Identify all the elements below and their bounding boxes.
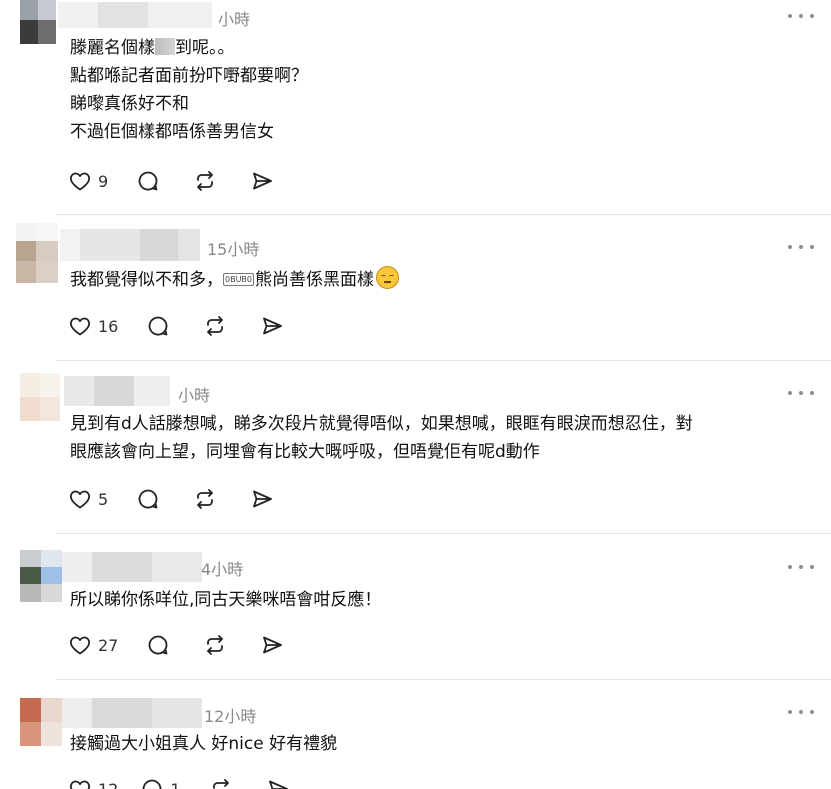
action-bar: 12 1	[68, 776, 290, 789]
speech-bubble-icon	[142, 779, 162, 789]
heart-icon	[70, 490, 90, 509]
repost-icon	[197, 171, 214, 191]
heart-icon	[70, 780, 90, 789]
timestamp: 小時	[178, 386, 211, 405]
like-count: 12	[98, 779, 119, 789]
comment-line: 滕麗名個樣 到呢。。	[70, 38, 235, 58]
comment-line: 眼應該會向上望，同埋會有比較大嘅呼吸，但唔覺佢有呢d動作	[70, 442, 540, 462]
like-button[interactable]: 12	[68, 777, 118, 789]
comment-text: 所以睇你係咩位,同古天樂咪唔會咁反應！	[70, 586, 381, 614]
send-icon	[268, 780, 288, 789]
action-bar: 9	[68, 168, 274, 194]
share-button[interactable]	[266, 777, 290, 789]
share-button[interactable]	[250, 169, 274, 193]
more-options-button[interactable]	[788, 11, 814, 21]
reply-count: 1	[170, 779, 181, 789]
repost-button[interactable]	[193, 487, 217, 511]
comment-text: 滕麗名個樣 到呢。。 點都喺記者面前扮吓嘢都要啊？ 睇嚟真係好不和 不過佢個樣都唔…	[70, 34, 308, 146]
unknown-glyph: 0BUB0	[223, 273, 255, 286]
action-bar: 27	[68, 632, 284, 658]
like-count: 27	[98, 635, 119, 655]
comment-line: 見到有d人話滕想喊，睇多次段片就覺得唔似，如果想喊，眼眶有眼淚而想忍住，對	[70, 414, 693, 434]
comment-4: 4小時 所以睇你係咩位,同古天樂咪唔會咁反應！ 27	[0, 534, 831, 680]
comment-line: 所以睇你係咩位,同古天樂咪唔會咁反應！	[70, 590, 382, 610]
reply-button[interactable]	[146, 314, 170, 338]
repost-icon	[207, 316, 224, 336]
like-button[interactable]: 5	[68, 487, 108, 511]
more-dots-icon	[788, 710, 792, 714]
like-button[interactable]: 16	[68, 314, 118, 338]
heart-icon	[70, 636, 90, 655]
username-blurred[interactable]	[62, 552, 202, 582]
comment-2: 15小時 我都覺得似不和多， 0BUB0 熊尚善係黑面樣 16	[0, 215, 831, 361]
share-button[interactable]	[260, 633, 284, 657]
more-options-button[interactable]	[788, 242, 814, 252]
send-icon	[263, 636, 283, 654]
username-blurred[interactable]	[60, 229, 200, 261]
timestamp: 12小時	[204, 707, 257, 726]
send-icon	[263, 317, 283, 335]
speech-bubble-icon	[148, 316, 168, 336]
speech-bubble-icon	[138, 171, 158, 191]
avatar[interactable]	[20, 550, 62, 602]
repost-button[interactable]	[203, 633, 227, 657]
comment-5: 12小時 接觸過大小姐真人 好nice 好有禮貌 12 1	[0, 680, 831, 789]
like-button[interactable]: 9	[68, 169, 108, 193]
more-dots-icon	[788, 565, 792, 569]
action-bar: 5	[68, 486, 274, 512]
timestamp: 15小時	[207, 240, 260, 259]
more-dots-icon	[788, 14, 792, 18]
more-options-button[interactable]	[788, 388, 814, 398]
repost-icon	[212, 779, 229, 789]
like-count: 9	[98, 171, 109, 191]
send-icon	[253, 172, 273, 190]
comment-line: 睇嚟真係好不和	[70, 94, 189, 114]
more-dots-icon	[788, 391, 792, 395]
username-blurred[interactable]	[64, 376, 170, 406]
repost-button[interactable]	[203, 314, 227, 338]
reply-button[interactable]: 1	[140, 777, 181, 789]
speech-bubble-icon	[148, 635, 168, 655]
send-icon	[253, 490, 273, 508]
timestamp: 4小時	[201, 560, 244, 579]
like-count: 16	[98, 316, 119, 336]
reply-button[interactable]	[146, 633, 170, 657]
comment-text: 我都覺得似不和多， 0BUB0 熊尚善係黑面樣	[70, 266, 400, 294]
username-blurred[interactable]	[58, 2, 212, 30]
more-dots-icon	[788, 245, 792, 249]
redacted-word	[155, 38, 175, 55]
repost-icon	[207, 635, 224, 655]
username-blurred[interactable]	[62, 698, 202, 728]
avatar[interactable]	[20, 698, 62, 746]
reply-button[interactable]	[136, 169, 160, 193]
repost-icon	[197, 489, 214, 509]
comment-line: 不過佢個樣都唔係善男信女	[70, 122, 274, 142]
avatar[interactable]	[20, 373, 60, 421]
avatar[interactable]	[16, 223, 58, 283]
heart-icon	[70, 172, 90, 191]
comment-1: 小時 滕麗名個樣 到呢。。 點都喺記者面前扮吓嘢都要啊？ 睇嚟真係好不和 不過佢個…	[0, 0, 831, 215]
action-bar: 16	[68, 313, 284, 339]
share-button[interactable]	[250, 487, 274, 511]
more-options-button[interactable]	[788, 562, 814, 572]
comment-line: 我都覺得似不和多， 0BUB0 熊尚善係黑面樣	[70, 266, 400, 294]
comment-line: 接觸過大小姐真人 好nice 好有禮貌	[70, 734, 338, 754]
like-count: 5	[98, 489, 109, 509]
speech-bubble-icon	[138, 489, 158, 509]
reply-button[interactable]	[136, 487, 160, 511]
timestamp: 小時	[218, 10, 251, 29]
more-options-button[interactable]	[788, 707, 814, 717]
share-button[interactable]	[260, 314, 284, 338]
comment-text: 見到有d人話滕想喊，睇多次段片就覺得唔似，如果想喊，眼眶有眼淚而想忍住，對 眼應…	[70, 410, 693, 466]
comment-text: 接觸過大小姐真人 好nice 好有禮貌	[70, 730, 337, 758]
comment-feed: 小時 滕麗名個樣 到呢。。 點都喺記者面前扮吓嘢都要啊？ 睇嚟真係好不和 不過佢個…	[0, 0, 831, 789]
repost-button[interactable]	[193, 169, 217, 193]
comment-3: 小時 見到有d人話滕想喊，睇多次段片就覺得唔似，如果想喊，眼眶有眼淚而想忍住，對…	[0, 361, 831, 534]
like-button[interactable]: 27	[68, 633, 118, 657]
pensive-face-emoji	[376, 266, 400, 289]
comment-line: 點都喺記者面前扮吓嘢都要啊？	[70, 66, 308, 86]
heart-icon	[70, 317, 90, 336]
repost-button[interactable]	[209, 777, 233, 789]
avatar[interactable]	[20, 0, 56, 44]
